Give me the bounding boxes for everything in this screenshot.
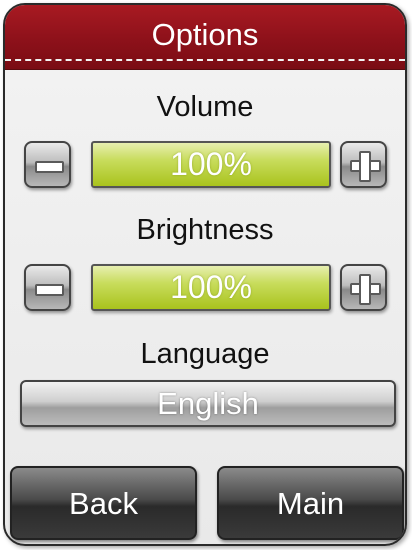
volume-value: 100% xyxy=(170,146,252,182)
main-button[interactable]: Main xyxy=(217,466,404,540)
volume-increase-button[interactable] xyxy=(340,141,387,188)
volume-decrease-button[interactable] xyxy=(24,141,71,188)
volume-level-bar[interactable]: 100% xyxy=(91,141,331,188)
brightness-level-bar[interactable]: 100% xyxy=(91,264,331,311)
brightness-label: Brightness xyxy=(136,214,274,246)
page-title: Options xyxy=(151,17,259,52)
brightness-value: 100% xyxy=(170,269,252,305)
minus-icon xyxy=(35,284,64,296)
back-button[interactable]: Back xyxy=(10,466,197,540)
header-stitch-divider xyxy=(5,59,405,61)
options-panel: Options Volume 100% Brightness 100% Lang… xyxy=(3,3,407,546)
language-selector-button[interactable]: English xyxy=(20,380,396,427)
brightness-decrease-button[interactable] xyxy=(24,264,71,311)
brightness-increase-button[interactable] xyxy=(340,264,387,311)
header-bar: Options xyxy=(5,5,405,70)
volume-label: Volume xyxy=(156,91,254,123)
minus-icon xyxy=(35,161,64,173)
language-label: Language xyxy=(140,338,270,370)
